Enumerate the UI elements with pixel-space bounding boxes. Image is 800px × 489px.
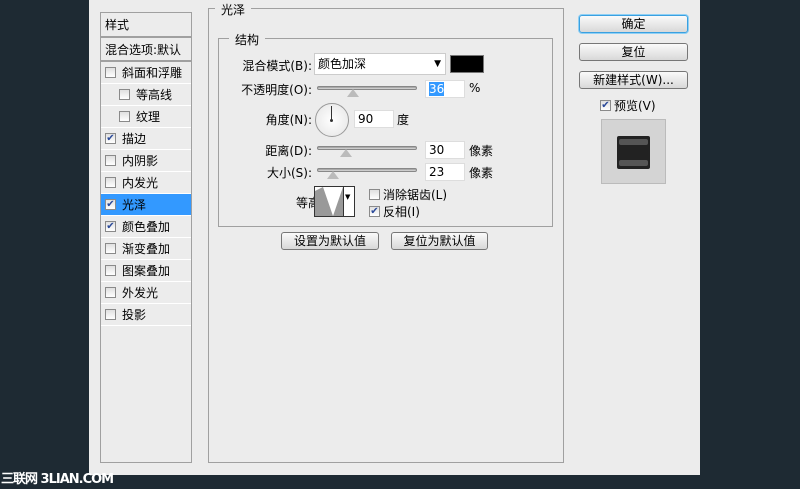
angle-input[interactable]: 90 [354,110,394,128]
color-swatch[interactable] [450,55,484,73]
style-item[interactable]: ✔ 描边 [101,128,191,150]
preview-swatch [617,136,650,169]
opacity-value: 36 [429,82,445,96]
checkbox[interactable] [119,89,130,100]
satin-group: 光泽 结构 混合模式(B): 颜色加深 ▼ 不透明度(O): 36 % 角度(N)… [208,1,564,463]
style-item-label: 外发光 [122,286,159,300]
structure-title: 结构 [229,31,266,48]
style-item[interactable]: ✔ 光泽 [101,194,191,216]
blend-mode-label: 混合模式(B): [242,59,312,73]
preview-checkbox[interactable]: ✔ 预览(V) [600,97,656,114]
invert-label: 反相(I) [383,205,420,219]
checkbox: ✔ [369,206,380,217]
style-item-label: 等高线 [136,88,173,102]
style-item[interactable]: 内发光 [101,172,191,194]
opacity-slider[interactable] [317,86,417,97]
ok-button[interactable]: 确定 [579,15,688,33]
contour-preview-icon [315,187,343,216]
style-item[interactable]: 投影 [101,304,191,326]
invert-checkbox[interactable]: ✔ 反相(I) [369,203,420,220]
blend-mode-select[interactable]: 颜色加深 ▼ [314,53,446,75]
size-label: 大小(S): [266,166,312,180]
opacity-input[interactable]: 36 [425,80,465,98]
checkbox[interactable]: ✔ [105,133,116,144]
style-item[interactable]: ✔ 颜色叠加 [101,216,191,238]
reset-default-button[interactable]: 复位为默认值 [391,232,488,250]
angle-unit: 度 [397,113,410,127]
style-item[interactable]: 图案叠加 [101,260,191,282]
reset-button[interactable]: 复位 [579,43,688,61]
style-item[interactable]: 渐变叠加 [101,238,191,260]
size-unit: 像素 [469,166,494,180]
checkbox [369,189,380,200]
checkbox[interactable] [105,265,116,276]
style-item-label: 渐变叠加 [122,242,171,256]
watermark: 三联网 3LIAN.COM [1,472,114,487]
style-item-label: 投影 [122,308,147,322]
chevron-down-icon: ▼ [434,59,441,69]
antialias-label: 消除锯齿(L) [383,188,448,202]
styles-list: 样式 混合选项:默认 斜面和浮雕等高线纹理 ✔ 描边内阴影内发光 ✔ 光泽 ✔ 颜色叠加渐变… [100,12,192,463]
chevron-down-icon: ▼ [345,193,351,201]
style-item-label: 内阴影 [122,154,159,168]
checkbox[interactable] [105,287,116,298]
checkbox[interactable] [105,243,116,254]
style-item-label: 颜色叠加 [122,220,171,234]
make-default-button[interactable]: 设置为默认值 [281,232,379,250]
size-input[interactable]: 23 [425,163,465,181]
style-item-label: 内发光 [122,176,159,190]
size-slider[interactable] [317,168,417,179]
new-style-button[interactable]: 新建样式(W)... [579,71,688,89]
style-item-label: 描边 [122,132,147,146]
blend-options-item[interactable]: 混合选项:默认 [101,38,191,62]
blend-mode-value: 颜色加深 [318,57,367,71]
satin-title: 光泽 [215,1,252,18]
style-item[interactable]: 纹理 [101,106,191,128]
distance-slider[interactable] [317,146,417,157]
angle-label: 角度(N): [265,113,312,127]
checkbox: ✔ [600,100,611,111]
styles-header[interactable]: 样式 [101,13,191,38]
checkbox[interactable] [105,177,116,188]
distance-label: 距离(D): [265,144,312,158]
structure-group: 结构 混合模式(B): 颜色加深 ▼ 不透明度(O): 36 % 角度(N): 9… [218,31,553,227]
checkbox[interactable]: ✔ [105,199,116,210]
distance-input[interactable]: 30 [425,141,465,159]
style-item[interactable]: 外发光 [101,282,191,304]
distance-unit: 像素 [469,144,494,158]
style-item-label: 斜面和浮雕 [122,66,183,80]
checkbox[interactable]: ✔ [105,221,116,232]
checkbox[interactable] [105,67,116,78]
style-item-label: 纹理 [136,110,161,124]
contour-picker[interactable]: ▼ [314,186,355,217]
opacity-label: 不透明度(O): [241,83,312,97]
style-item[interactable]: 斜面和浮雕 [101,62,191,84]
style-item[interactable]: 等高线 [101,84,191,106]
checkbox[interactable] [105,309,116,320]
style-item-label: 光泽 [122,198,147,212]
checkbox[interactable] [119,111,130,122]
opacity-unit: % [469,81,481,95]
checkbox[interactable] [105,155,116,166]
layer-style-dialog: 样式 混合选项:默认 斜面和浮雕等高线纹理 ✔ 描边内阴影内发光 ✔ 光泽 ✔ 颜色叠加渐变… [89,0,700,475]
style-item[interactable]: 内阴影 [101,150,191,172]
style-item-label: 图案叠加 [122,264,171,278]
preview-label: 预览(V) [614,99,656,113]
style-preview [601,119,666,184]
antialias-checkbox[interactable]: 消除锯齿(L) [369,186,447,203]
angle-dial[interactable] [315,103,349,137]
